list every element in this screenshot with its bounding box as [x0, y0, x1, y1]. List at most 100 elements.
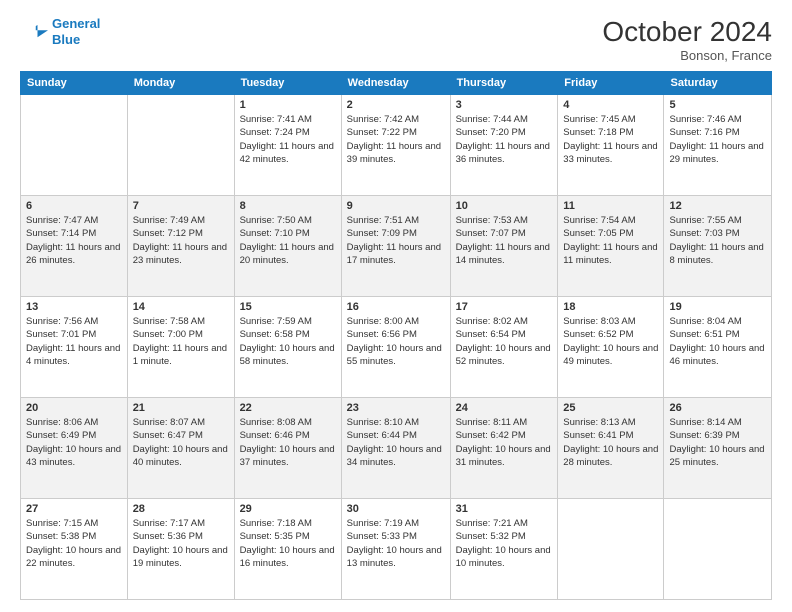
- cell-date: 19: [669, 301, 766, 313]
- location: Bonson, France: [602, 48, 772, 63]
- title-area: October 2024 Bonson, France: [602, 16, 772, 63]
- cell-info: Sunrise: 8:07 AMSunset: 6:47 PMDaylight:…: [133, 416, 229, 469]
- week-row-3: 20 Sunrise: 8:06 AMSunset: 6:49 PMDayligh…: [21, 398, 772, 499]
- col-thursday: Thursday: [450, 72, 558, 95]
- cell-date: 18: [563, 301, 658, 313]
- cell-info: Sunrise: 7:49 AMSunset: 7:12 PMDaylight:…: [133, 214, 229, 267]
- cell-date: 3: [456, 99, 553, 111]
- cell-info: Sunrise: 7:56 AMSunset: 7:01 PMDaylight:…: [26, 315, 122, 368]
- calendar-cell: 23Sunrise: 8:10 AMSunset: 6:44 PMDayligh…: [341, 398, 450, 499]
- calendar-cell: [127, 95, 234, 196]
- cell-date: 24: [456, 402, 553, 414]
- cell-info: Sunrise: 7:44 AMSunset: 7:20 PMDaylight:…: [456, 113, 553, 166]
- cell-info: Sunrise: 8:03 AMSunset: 6:52 PMDaylight:…: [563, 315, 658, 368]
- week-row-1: 6Sunrise: 7:47 AMSunset: 7:14 PMDaylight…: [21, 196, 772, 297]
- cell-info: Sunrise: 8:08 AMSunset: 6:46 PMDaylight:…: [240, 416, 336, 469]
- calendar-cell: 4Sunrise: 7:45 AMSunset: 7:18 PMDaylight…: [558, 95, 664, 196]
- cell-date: 17: [456, 301, 553, 313]
- cell-date: 8: [240, 200, 336, 212]
- page: General Blue October 2024 Bonson, France…: [0, 0, 792, 612]
- cell-info: Sunrise: 7:18 AMSunset: 5:35 PMDaylight:…: [240, 517, 336, 570]
- calendar-cell: 18 Sunrise: 8:03 AMSunset: 6:52 PMDayligh…: [558, 297, 664, 398]
- logo-icon: [20, 18, 48, 46]
- cell-info: Sunrise: 7:53 AMSunset: 7:07 PMDaylight:…: [456, 214, 553, 267]
- cell-info: Sunrise: 8:13 AMSunset: 6:41 PMDaylight:…: [563, 416, 658, 469]
- cell-info: Sunrise: 7:42 AMSunset: 7:22 PMDaylight:…: [347, 113, 445, 166]
- cell-info: Sunrise: 8:04 AMSunset: 6:51 PMDaylight:…: [669, 315, 766, 368]
- calendar-cell: 30 Sunrise: 7:19 AMSunset: 5:33 PMDayligh…: [341, 499, 450, 600]
- calendar-cell: 26 Sunrise: 8:14 AMSunset: 6:39 PMDayligh…: [664, 398, 772, 499]
- calendar-cell: 25 Sunrise: 8:13 AMSunset: 6:41 PMDayligh…: [558, 398, 664, 499]
- cell-info: Sunrise: 7:55 AMSunset: 7:03 PMDaylight:…: [669, 214, 766, 267]
- calendar-cell: 24 Sunrise: 8:11 AMSunset: 6:42 PMDayligh…: [450, 398, 558, 499]
- cell-date: 25: [563, 402, 658, 414]
- cell-info: Sunrise: 7:19 AMSunset: 5:33 PMDaylight:…: [347, 517, 445, 570]
- calendar-cell: 21 Sunrise: 8:07 AMSunset: 6:47 PMDayligh…: [127, 398, 234, 499]
- month-title: October 2024: [602, 16, 772, 48]
- calendar-cell: 13Sunrise: 7:56 AMSunset: 7:01 PMDayligh…: [21, 297, 128, 398]
- cell-date: 4: [563, 99, 658, 111]
- cell-date: 2: [347, 99, 445, 111]
- col-sunday: Sunday: [21, 72, 128, 95]
- calendar-cell: [664, 499, 772, 600]
- calendar-cell: 10 Sunrise: 7:53 AMSunset: 7:07 PMDayligh…: [450, 196, 558, 297]
- cell-date: 7: [133, 200, 229, 212]
- calendar-cell: 28Sunrise: 7:17 AMSunset: 5:36 PMDayligh…: [127, 499, 234, 600]
- header: General Blue October 2024 Bonson, France: [20, 16, 772, 63]
- header-row: Sunday Monday Tuesday Wednesday Thursday…: [21, 72, 772, 95]
- cell-info: Sunrise: 7:46 AMSunset: 7:16 PMDaylight:…: [669, 113, 766, 166]
- calendar-cell: 1 Sunrise: 7:41 AMSunset: 7:24 PMDaylight…: [234, 95, 341, 196]
- col-saturday: Saturday: [664, 72, 772, 95]
- calendar-cell: 14 Sunrise: 7:58 AMSunset: 7:00 PMDayligh…: [127, 297, 234, 398]
- calendar-cell: 17 Sunrise: 8:02 AMSunset: 6:54 PMDayligh…: [450, 297, 558, 398]
- cell-date: 23: [347, 402, 445, 414]
- calendar-cell: 8 Sunrise: 7:50 AMSunset: 7:10 PMDaylight…: [234, 196, 341, 297]
- week-row-2: 13Sunrise: 7:56 AMSunset: 7:01 PMDayligh…: [21, 297, 772, 398]
- cell-date: 1: [240, 99, 336, 111]
- calendar-cell: 11 Sunrise: 7:54 AMSunset: 7:05 PMDayligh…: [558, 196, 664, 297]
- calendar-cell: 2 Sunrise: 7:42 AMSunset: 7:22 PMDaylight…: [341, 95, 450, 196]
- cell-date: 16: [347, 301, 445, 313]
- col-wednesday: Wednesday: [341, 72, 450, 95]
- cell-date: 11: [563, 200, 658, 212]
- cell-info: Sunrise: 8:02 AMSunset: 6:54 PMDaylight:…: [456, 315, 553, 368]
- cell-info: Sunrise: 8:00 AMSunset: 6:56 PMDaylight:…: [347, 315, 445, 368]
- cell-info: Sunrise: 8:06 AMSunset: 6:49 PMDaylight:…: [26, 416, 122, 469]
- cell-date: 9: [347, 200, 445, 212]
- calendar-table: Sunday Monday Tuesday Wednesday Thursday…: [20, 71, 772, 600]
- cell-info: Sunrise: 7:59 AMSunset: 6:58 PMDaylight:…: [240, 315, 336, 368]
- cell-info: Sunrise: 7:54 AMSunset: 7:05 PMDaylight:…: [563, 214, 658, 267]
- calendar-cell: [558, 499, 664, 600]
- calendar-cell: 12Sunrise: 7:55 AMSunset: 7:03 PMDayligh…: [664, 196, 772, 297]
- cell-date: 29: [240, 503, 336, 515]
- calendar-cell: 22Sunrise: 8:08 AMSunset: 6:46 PMDayligh…: [234, 398, 341, 499]
- cell-date: 10: [456, 200, 553, 212]
- cell-info: Sunrise: 8:14 AMSunset: 6:39 PMDaylight:…: [669, 416, 766, 469]
- cell-date: 6: [26, 200, 122, 212]
- calendar-cell: 6Sunrise: 7:47 AMSunset: 7:14 PMDaylight…: [21, 196, 128, 297]
- cell-info: Sunrise: 8:11 AMSunset: 6:42 PMDaylight:…: [456, 416, 553, 469]
- cell-info: Sunrise: 7:50 AMSunset: 7:10 PMDaylight:…: [240, 214, 336, 267]
- cell-date: 30: [347, 503, 445, 515]
- cell-date: 20: [26, 402, 122, 414]
- cell-date: 26: [669, 402, 766, 414]
- calendar-cell: 7 Sunrise: 7:49 AMSunset: 7:12 PMDaylight…: [127, 196, 234, 297]
- week-row-4: 27Sunrise: 7:15 AMSunset: 5:38 PMDayligh…: [21, 499, 772, 600]
- cell-info: Sunrise: 7:51 AMSunset: 7:09 PMDaylight:…: [347, 214, 445, 267]
- calendar-cell: [21, 95, 128, 196]
- calendar-cell: 15Sunrise: 7:59 AMSunset: 6:58 PMDayligh…: [234, 297, 341, 398]
- col-monday: Monday: [127, 72, 234, 95]
- col-friday: Friday: [558, 72, 664, 95]
- col-tuesday: Tuesday: [234, 72, 341, 95]
- cell-info: Sunrise: 7:41 AMSunset: 7:24 PMDaylight:…: [240, 113, 336, 166]
- calendar-cell: 27Sunrise: 7:15 AMSunset: 5:38 PMDayligh…: [21, 499, 128, 600]
- cell-info: Sunrise: 7:17 AMSunset: 5:36 PMDaylight:…: [133, 517, 229, 570]
- calendar-cell: 16 Sunrise: 8:00 AMSunset: 6:56 PMDayligh…: [341, 297, 450, 398]
- week-row-0: 1 Sunrise: 7:41 AMSunset: 7:24 PMDaylight…: [21, 95, 772, 196]
- cell-date: 14: [133, 301, 229, 313]
- cell-info: Sunrise: 7:58 AMSunset: 7:00 PMDaylight:…: [133, 315, 229, 368]
- logo: General Blue: [20, 16, 100, 47]
- cell-info: Sunrise: 7:21 AMSunset: 5:32 PMDaylight:…: [456, 517, 553, 570]
- cell-date: 27: [26, 503, 122, 515]
- cell-date: 21: [133, 402, 229, 414]
